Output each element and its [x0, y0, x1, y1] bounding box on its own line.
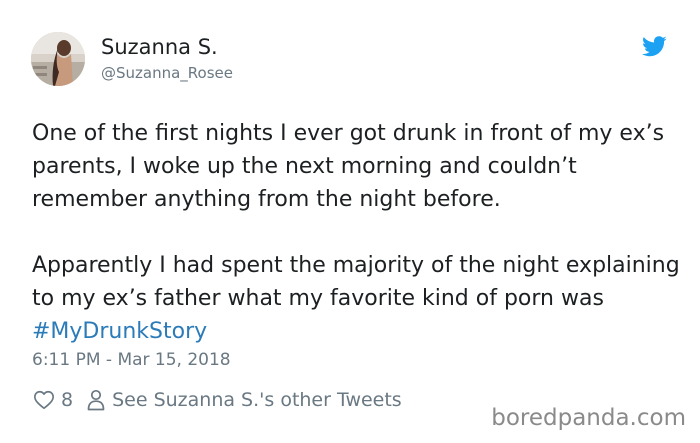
- author-name[interactable]: Suzanna S.: [101, 35, 218, 59]
- hashtag-link[interactable]: #MyDrunkStory: [32, 319, 207, 344]
- tweet-card: Suzanna S. @Suzanna_Rosee One of the fir…: [0, 0, 700, 443]
- tweet-timestamp[interactable]: 6:11 PM - Mar 15, 2018: [32, 350, 231, 370]
- watermark: boredpanda.com: [491, 405, 686, 431]
- twitter-bird-icon[interactable]: [642, 36, 667, 57]
- heart-icon[interactable]: [33, 389, 55, 411]
- tweet-paragraph-1: One of the first nights I ever got drunk…: [32, 121, 665, 212]
- like-count[interactable]: 8: [61, 389, 73, 411]
- author-handle[interactable]: @Suzanna_Rosee: [101, 64, 233, 82]
- avatar-photo: [31, 32, 85, 86]
- other-tweets-link[interactable]: See Suzanna S.'s other Tweets: [112, 389, 402, 411]
- tweet-text: One of the first nights I ever got drunk…: [32, 117, 682, 348]
- tweet-paragraph-2: Apparently I had spent the majority of t…: [32, 249, 682, 348]
- avatar[interactable]: [31, 32, 85, 86]
- person-icon: [87, 389, 105, 411]
- tweet-actions: 8 See Suzanna S.'s other Tweets: [33, 387, 402, 413]
- tweet-paragraph-2-text: Apparently I had spent the majority of t…: [32, 253, 680, 311]
